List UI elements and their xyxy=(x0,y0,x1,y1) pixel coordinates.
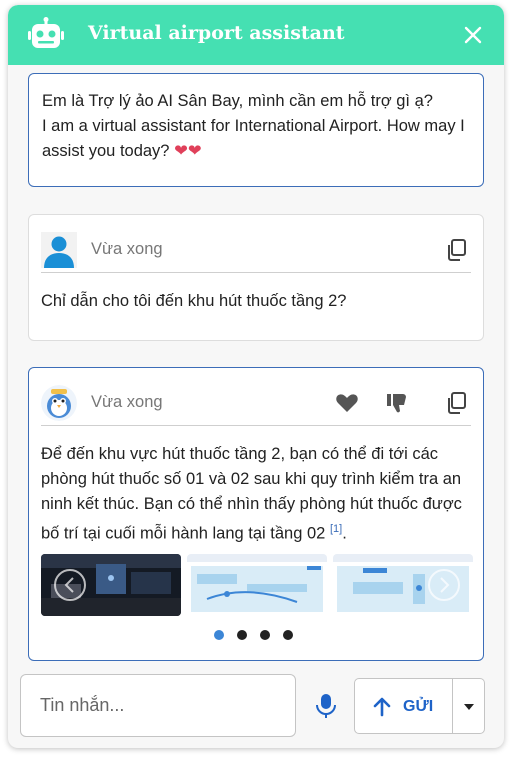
greeting-message: Em là Trợ lý ảo AI Sân Bay, mình cần em … xyxy=(28,73,484,187)
carousel-dot[interactable] xyxy=(214,630,224,640)
send-options-dropdown[interactable] xyxy=(453,678,485,734)
like-icon[interactable] xyxy=(334,390,360,416)
timestamp: Vừa xong xyxy=(91,240,163,258)
bot-message-text: Để đến khu vực hút thuốc tầng 2, bạn có … xyxy=(41,445,462,543)
copy-icon[interactable] xyxy=(444,237,470,263)
floor-map-1[interactable] xyxy=(187,554,327,616)
message-header: Vừa xong xyxy=(41,229,471,273)
user-message-text: Chỉ dẫn cho tôi đến khu hút thuốc tầng 2… xyxy=(41,292,347,310)
carousel-next-icon[interactable] xyxy=(427,568,461,602)
user-avatar-icon xyxy=(41,232,77,268)
send-button[interactable]: GỬI xyxy=(354,678,453,734)
microphone-icon[interactable] xyxy=(314,693,338,719)
carousel-prev-icon[interactable] xyxy=(53,568,87,602)
user-message-card: Vừa xong Chỉ dẫn cho tôi đến khu hút thu… xyxy=(28,214,484,341)
send-label: GỬI xyxy=(403,698,434,715)
greeting-text: Em là Trợ lý ảo AI Sân Bay, mình cần em … xyxy=(42,92,465,160)
caret-down-icon xyxy=(464,704,474,710)
message-header: Vừa xong xyxy=(41,382,471,426)
carousel-dot[interactable] xyxy=(237,630,247,640)
dislike-icon[interactable] xyxy=(384,390,410,416)
message-input[interactable] xyxy=(20,674,296,737)
copy-icon[interactable] xyxy=(444,390,470,416)
citation-link[interactable]: [1] xyxy=(330,523,342,535)
header-title: Virtual airport assistant xyxy=(88,22,345,44)
timestamp: Vừa xong xyxy=(91,393,163,411)
heart-emoji: ❤❤ xyxy=(174,142,202,160)
chat-header: Virtual airport assistant xyxy=(8,5,504,65)
close-icon[interactable] xyxy=(462,24,484,46)
bird-mascot-icon xyxy=(41,385,77,421)
image-carousel xyxy=(41,554,473,619)
carousel-dot[interactable] xyxy=(260,630,270,640)
carousel-dot[interactable] xyxy=(283,630,293,640)
robot-icon xyxy=(28,17,64,48)
carousel-pagination xyxy=(214,630,304,642)
chat-widget: Virtual airport assistant Em là Trợ lý ả… xyxy=(8,5,504,748)
arrow-up-icon xyxy=(373,697,391,717)
bot-message-card: Vừa xong Để đến khu vực hút thuốc tầng 2… xyxy=(28,367,484,661)
